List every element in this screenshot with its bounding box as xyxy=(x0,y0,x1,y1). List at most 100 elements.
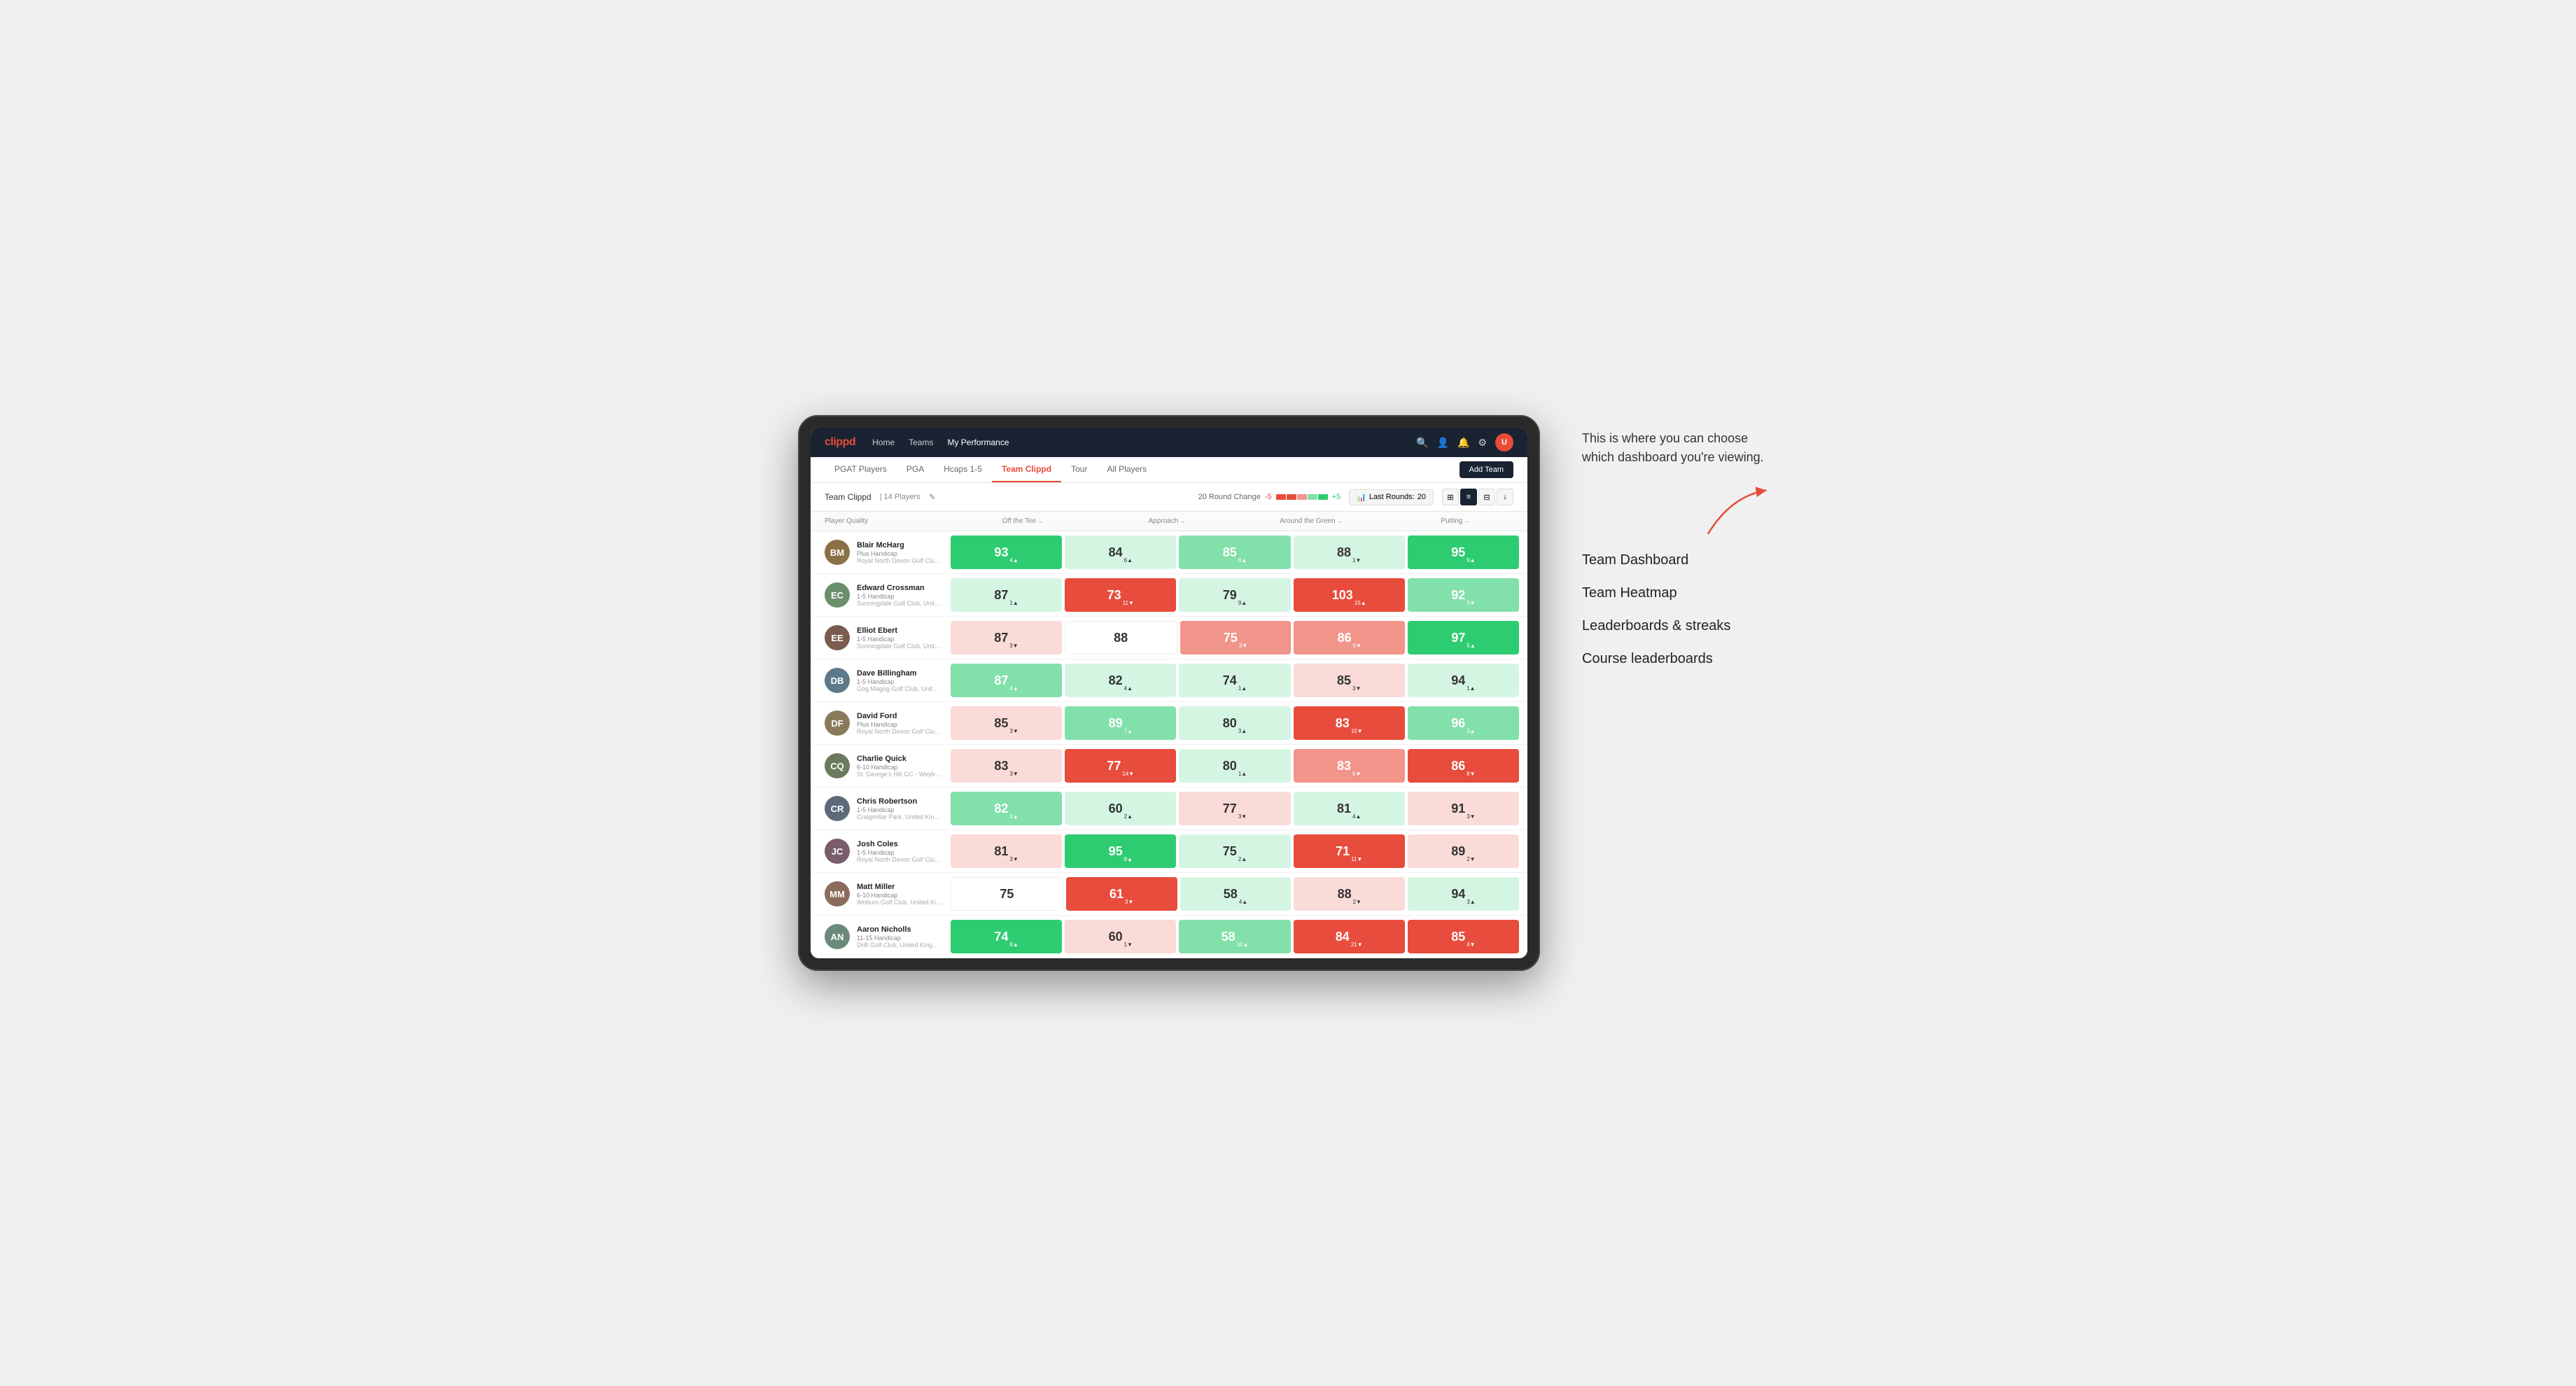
score-cell-off_tee: 7714▼ xyxy=(1065,749,1176,783)
logo[interactable]: clippd xyxy=(825,436,855,449)
sub-nav-all-players[interactable]: All Players xyxy=(1097,457,1156,482)
score-value: 85 xyxy=(994,716,1008,731)
nav-items: Home Teams My Performance xyxy=(872,435,1399,450)
table-row[interactable]: EC Edward Crossman 1-5 Handicap Sunningd… xyxy=(811,574,1527,617)
score-value: 75 xyxy=(1000,887,1014,902)
bell-icon[interactable]: 🔔 xyxy=(1457,437,1469,449)
score-cell-approach: 741▲ xyxy=(1179,664,1290,697)
player-details: Josh Coles 1-5 Handicap Royal North Devo… xyxy=(857,840,942,863)
player-info: MM Matt Miller 6-10 Handicap Woburn Golf… xyxy=(811,876,951,912)
annotation-arrow xyxy=(1582,488,1778,530)
col-header-off-tee[interactable]: Off the Tee xyxy=(951,512,1095,531)
sub-nav-tour[interactable]: Tour xyxy=(1061,457,1097,482)
table-row[interactable]: AN Aaron Nicholls 11-15 Handicap Drift G… xyxy=(811,916,1527,958)
score-cell-player_quality: 813▼ xyxy=(951,834,1062,868)
score-cell-around_green: 8310▼ xyxy=(1294,706,1405,740)
player-handicap: Plus Handicap xyxy=(857,550,942,557)
last-rounds-button[interactable]: 📊 Last Rounds: 20 xyxy=(1349,489,1434,505)
col-header-around-green[interactable]: Around the Green xyxy=(1239,512,1383,531)
rows-container: BM Blair McHarg Plus Handicap Royal Nort… xyxy=(811,531,1527,958)
annotation-item-3: Course leaderboards xyxy=(1582,643,1778,676)
score-cell-putting: 975▲ xyxy=(1408,621,1519,654)
score-value: 80 xyxy=(1223,716,1237,731)
col-header-player[interactable]: Player Quality xyxy=(811,512,951,531)
download-button[interactable]: ↓ xyxy=(1497,489,1513,505)
sub-nav-pgat[interactable]: PGAT Players xyxy=(825,457,897,482)
score-value: 60 xyxy=(1109,930,1123,944)
score-change: 8▲ xyxy=(1238,557,1247,564)
nav-my-performance[interactable]: My Performance xyxy=(947,435,1009,450)
avatar[interactable]: U xyxy=(1495,433,1513,451)
score-change: 2▲ xyxy=(1124,813,1133,820)
score-value: 87 xyxy=(994,673,1008,688)
score-value: 79 xyxy=(1223,588,1237,603)
sub-nav-pga[interactable]: PGA xyxy=(897,457,934,482)
score-value: 95 xyxy=(1451,545,1465,560)
player-handicap: 6-10 Handicap xyxy=(857,892,942,899)
player-details: Chris Robertson 1-5 Handicap Craigmillar… xyxy=(857,797,942,820)
score-change: 4▲ xyxy=(1239,899,1247,905)
team-count: | 14 Players xyxy=(880,493,920,501)
score-value: 91 xyxy=(1451,802,1465,816)
table-row[interactable]: DB Dave Billingham 1-5 Handicap Gog Mago… xyxy=(811,659,1527,702)
score-value: 77 xyxy=(1223,802,1237,816)
table-view-button[interactable]: ≡ xyxy=(1460,489,1477,505)
score-cell-off_tee: 601▼ xyxy=(1065,920,1176,953)
scores-area: 871▲7311▼799▲10315▲923▼ xyxy=(951,574,1527,616)
table-row[interactable]: BM Blair McHarg Plus Handicap Royal Nort… xyxy=(811,531,1527,574)
score-change: 6▲ xyxy=(1124,557,1133,564)
search-icon[interactable]: 🔍 xyxy=(1416,437,1428,449)
nav-teams[interactable]: Teams xyxy=(909,435,933,450)
table-row[interactable]: DF David Ford Plus Handicap Royal North … xyxy=(811,702,1527,745)
score-cell-around_green: 10315▲ xyxy=(1294,578,1405,612)
player-name: Charlie Quick xyxy=(857,755,942,763)
sub-nav-team-clippd[interactable]: Team Clippd xyxy=(992,457,1061,482)
score-value: 84 xyxy=(1336,930,1350,944)
settings-icon[interactable]: ⚙ xyxy=(1478,437,1487,449)
score-change: 3▼ xyxy=(1238,813,1247,820)
score-cell-player_quality: 873▼ xyxy=(951,621,1062,654)
score-value: 71 xyxy=(1336,844,1350,859)
score-change: 10▲ xyxy=(1237,941,1249,948)
score-change: 1▲ xyxy=(1466,685,1475,692)
score-change: 2▲ xyxy=(1238,856,1247,862)
table-row[interactable]: MM Matt Miller 6-10 Handicap Woburn Golf… xyxy=(811,873,1527,916)
player-club: Sunningdale Golf Club, United Kingdom xyxy=(857,643,942,650)
player-name: David Ford xyxy=(857,712,942,720)
nav-home[interactable]: Home xyxy=(872,435,895,450)
add-team-button[interactable]: Add Team xyxy=(1460,461,1513,478)
player-handicap: 1-5 Handicap xyxy=(857,806,942,813)
score-change: 4▲ xyxy=(1009,685,1018,692)
score-cell-player_quality: 871▲ xyxy=(951,578,1062,612)
score-cell-off_tee: 824▲ xyxy=(1065,664,1176,697)
col-header-approach[interactable]: Approach xyxy=(1095,512,1239,531)
grid-view-button[interactable]: ⊞ xyxy=(1442,489,1459,505)
score-value: 89 xyxy=(1109,716,1123,731)
score-change: 10▼ xyxy=(1351,728,1363,734)
heatmap-view-button[interactable]: ⊟ xyxy=(1478,489,1495,505)
player-name: Matt Miller xyxy=(857,883,942,891)
player-name: Elliot Ebert xyxy=(857,626,942,635)
player-name: Edward Crossman xyxy=(857,584,942,592)
last-rounds-value: 20 xyxy=(1418,493,1426,501)
score-value: 103 xyxy=(1332,588,1353,603)
table-row[interactable]: EE Elliot Ebert 1-5 Handicap Sunningdale… xyxy=(811,617,1527,659)
main-content: Player Quality Off the Tee Approach Arou… xyxy=(811,512,1527,958)
player-info: EE Elliot Ebert 1-5 Handicap Sunningdale… xyxy=(811,620,951,656)
score-change: 15▲ xyxy=(1354,600,1366,606)
player-info: JC Josh Coles 1-5 Handicap Royal North D… xyxy=(811,833,951,869)
sub-nav-hcaps[interactable]: Hcaps 1-5 xyxy=(934,457,992,482)
scores-area: 813▼958▲752▲7111▼892▼ xyxy=(951,830,1527,872)
table-row[interactable]: CR Chris Robertson 1-5 Handicap Craigmil… xyxy=(811,788,1527,830)
scores-area: 748▲601▼5810▲8421▼854▼ xyxy=(951,916,1527,958)
score-change: 3▼ xyxy=(1009,728,1018,734)
col-header-putting[interactable]: Putting xyxy=(1383,512,1527,531)
table-row[interactable]: JC Josh Coles 1-5 Handicap Royal North D… xyxy=(811,830,1527,873)
scores-area: 874▲824▲741▲853▼941▲ xyxy=(951,659,1527,701)
table-row[interactable]: CQ Charlie Quick 6-10 Handicap St. Georg… xyxy=(811,745,1527,788)
score-cell-approach: 799▲ xyxy=(1179,578,1290,612)
edit-icon[interactable]: ✎ xyxy=(929,492,936,502)
round-change-pos: +5 xyxy=(1332,493,1341,501)
round-change: 20 Round Change -5 +5 xyxy=(1198,493,1341,501)
user-icon[interactable]: 👤 xyxy=(1437,437,1449,449)
